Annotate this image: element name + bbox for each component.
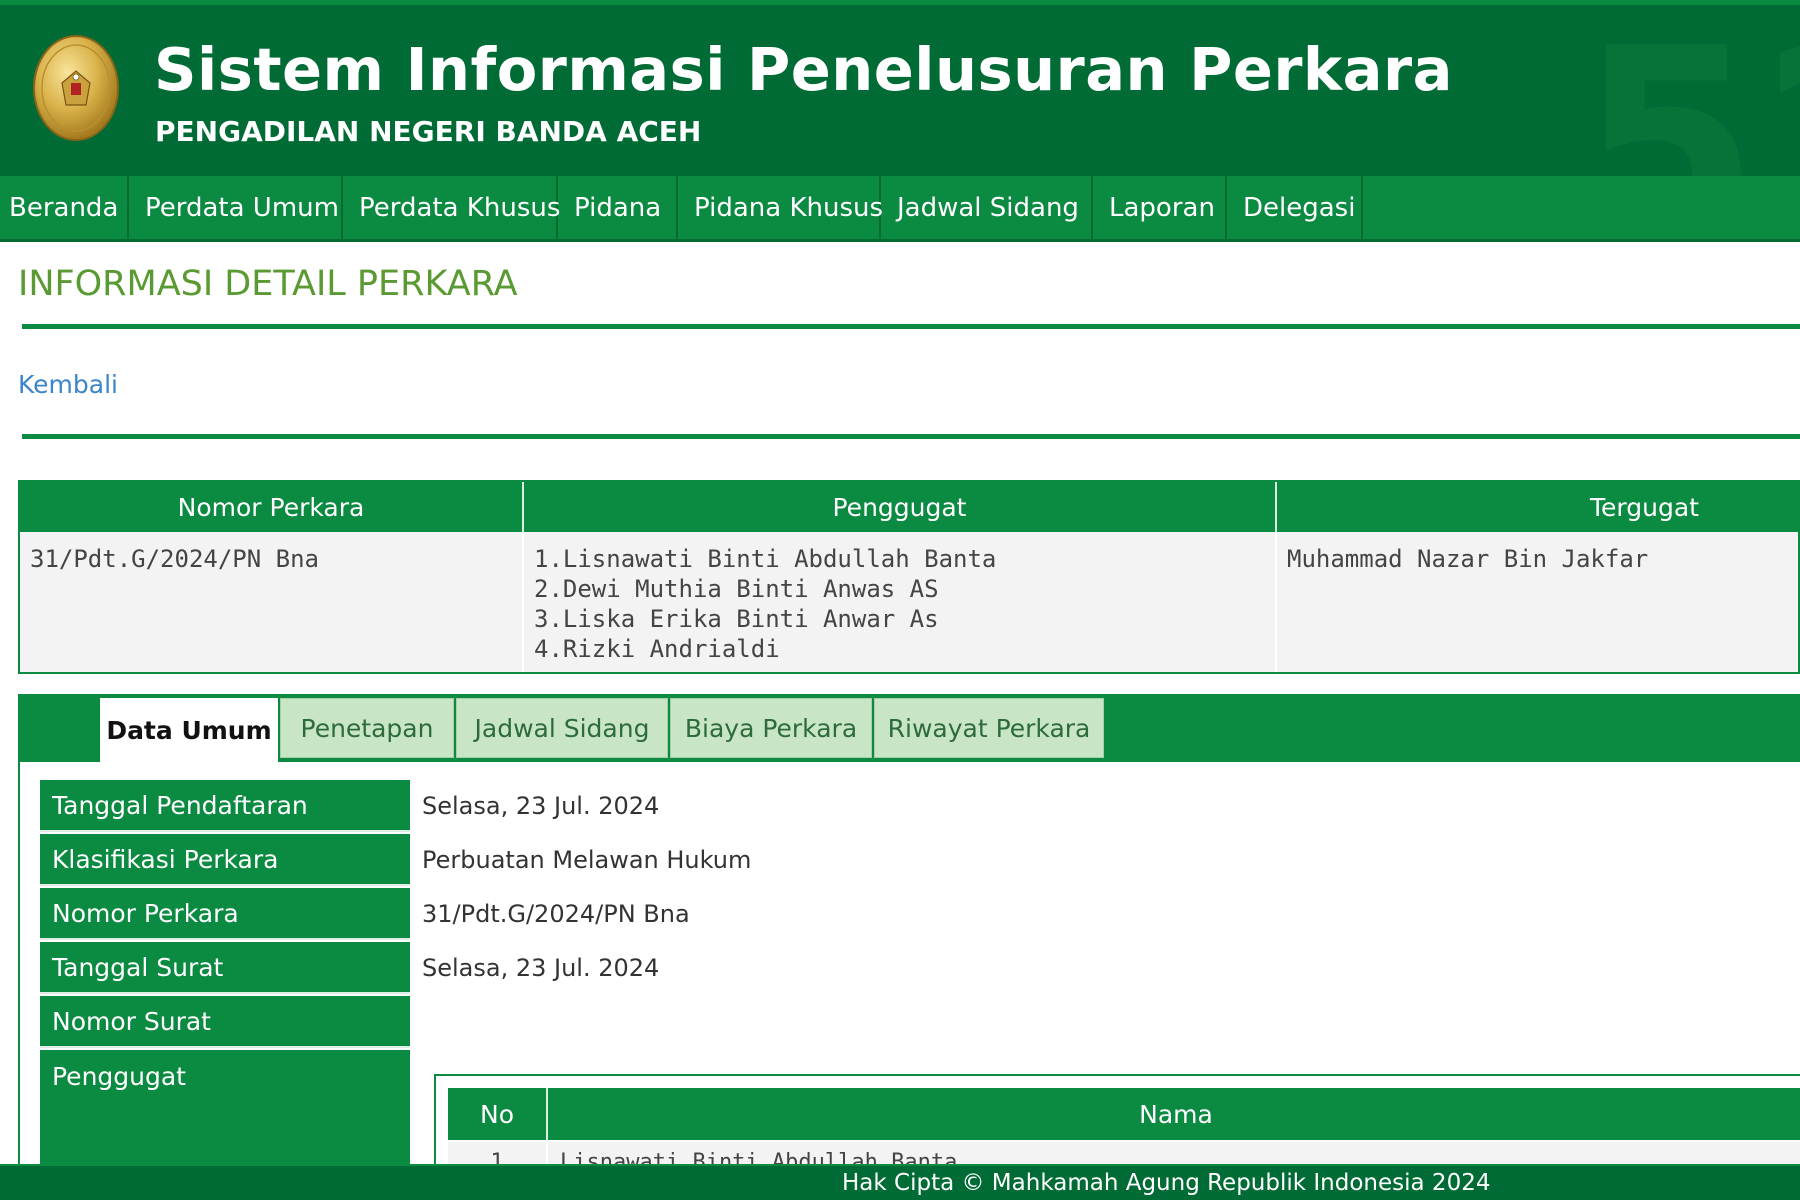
footer: Hak Cipta © Mahkamah Agung Republik Indo… — [0, 1164, 1800, 1200]
tab-data-umum[interactable]: Data Umum — [100, 698, 278, 762]
copyright-text: Hak Cipta © Mahkamah Agung Republik Indo… — [842, 1170, 1491, 1196]
nav-item-perdata-khusus[interactable]: Perdata Khusus — [343, 176, 560, 239]
nav-item-label: Jadwal Sidang — [897, 192, 1079, 223]
nomor-perkara-cell: 31/Pdt.G/2024/PN Bna — [20, 532, 524, 672]
detail-row-nomor-perkara: Nomor Perkara 31/Pdt.G/2024/PN Bna — [40, 888, 1800, 940]
nav-item-label: Beranda — [9, 192, 119, 223]
penggugat-item: 2.Dewi Muthia Binti Anwas AS — [534, 575, 939, 603]
detail-row-tanggal-surat: Tanggal Surat Selasa, 23 Jul. 2024 — [40, 942, 1800, 994]
detail-value: Selasa, 23 Jul. 2024 — [422, 954, 660, 982]
nav-item-beranda[interactable]: Beranda — [0, 176, 129, 239]
nav-item-label: Laporan — [1109, 192, 1215, 223]
detail-row-klasifikasi-perkara: Klasifikasi Perkara Perbuatan Melawan Hu… — [40, 834, 1800, 886]
back-link[interactable]: Kembali — [18, 370, 118, 399]
detail-label: Nomor Perkara — [40, 888, 410, 940]
page-title: INFORMASI DETAIL PERKARA — [18, 264, 518, 304]
column-header-tergugat: Tergugat — [1590, 492, 1699, 522]
column-header-penggugat: Penggugat — [524, 482, 1277, 532]
nav-item-label: Delegasi — [1243, 192, 1356, 223]
header-watermark: 52 — [1578, 0, 1800, 176]
nomor-perkara-value: 31/Pdt.G/2024/PN Bna — [30, 545, 319, 573]
detail-value — [410, 996, 422, 1048]
divider — [22, 324, 1800, 329]
detail-label: Klasifikasi Perkara — [40, 834, 410, 886]
detail-value: Perbuatan Melawan Hukum — [422, 846, 752, 874]
nav-item-delegasi[interactable]: Delegasi — [1227, 176, 1363, 239]
divider — [22, 434, 1800, 439]
nav-item-label: Perdata Khusus — [359, 192, 561, 223]
nav-item-pidana-khusus[interactable]: Pidana Khusus — [678, 176, 883, 239]
court-name: PENGADILAN NEGERI BANDA ACEH — [155, 115, 702, 148]
column-header-nama: Nama — [1139, 1099, 1213, 1129]
tab-jadwal-sidang[interactable]: Jadwal Sidang — [456, 698, 668, 758]
penggugat-table-header: No Nama — [448, 1088, 1800, 1140]
nav-item-label: Pidana — [574, 192, 662, 223]
detail-label: Tanggal Surat — [40, 942, 410, 994]
detail-label: Nomor Surat — [40, 996, 410, 1048]
penggugat-item: 3.Liska Erika Binti Anwar As — [534, 605, 939, 633]
case-detail-tabs: Data Umum Penetapan Jadwal Sidang Biaya … — [18, 694, 1800, 1194]
table-row: 31/Pdt.G/2024/PN Bna 1.Lisnawati Binti A… — [20, 532, 1798, 672]
tab-penetapan[interactable]: Penetapan — [280, 698, 454, 758]
detail-value: Selasa, 23 Jul. 2024 — [422, 792, 660, 820]
nav-item-laporan[interactable]: Laporan — [1093, 176, 1227, 239]
parties-table: Nomor Perkara Penggugat Tergugat 31/Pdt.… — [18, 480, 1800, 674]
detail-value — [410, 1050, 422, 1102]
penggugat-item: 4.Rizki Andrialdi — [534, 635, 780, 663]
nav-item-label: Perdata Umum — [145, 192, 339, 223]
detail-row-nomor-surat: Nomor Surat — [40, 996, 1800, 1048]
detail-row-tanggal-pendaftaran: Tanggal Pendaftaran Selasa, 23 Jul. 2024 — [40, 780, 1800, 832]
nav-item-perdata-umum[interactable]: Perdata Umum — [129, 176, 343, 239]
penggugat-item: 1.Lisnawati Binti Abdullah Banta — [534, 545, 997, 573]
tergugat-value: Muhammad Nazar Bin Jakfar — [1287, 545, 1649, 573]
app-title: Sistem Informasi Penelusuran Perkara — [154, 35, 1453, 104]
site-header: 52 Sistem Informasi Penelusuran Perkara … — [0, 0, 1800, 176]
main-nav: Beranda Perdata Umum Perdata Khusus Pida… — [0, 176, 1800, 242]
tab-riwayat-perkara[interactable]: Riwayat Perkara — [874, 698, 1104, 758]
detail-label: Tanggal Pendaftaran — [40, 780, 410, 832]
tab-bar: Data Umum Penetapan Jadwal Sidang Biaya … — [20, 694, 1800, 762]
tergugat-cell: Muhammad Nazar Bin Jakfar — [1277, 532, 1798, 672]
column-header-no: No — [448, 1088, 548, 1140]
nav-item-pidana[interactable]: Pidana — [558, 176, 678, 239]
nav-item-jadwal-sidang[interactable]: Jadwal Sidang — [881, 176, 1093, 239]
mahkamah-agung-seal-icon — [33, 35, 119, 141]
penggugat-cell: 1.Lisnawati Binti Abdullah Banta 2.Dewi … — [524, 532, 1277, 672]
column-header-nomor-perkara: Nomor Perkara — [20, 482, 524, 532]
detail-value: 31/Pdt.G/2024/PN Bna — [422, 900, 690, 928]
parties-table-header: Nomor Perkara Penggugat Tergugat — [20, 482, 1798, 532]
tab-biaya-perkara[interactable]: Biaya Perkara — [670, 698, 872, 758]
nav-item-label: Pidana Khusus — [694, 192, 884, 223]
